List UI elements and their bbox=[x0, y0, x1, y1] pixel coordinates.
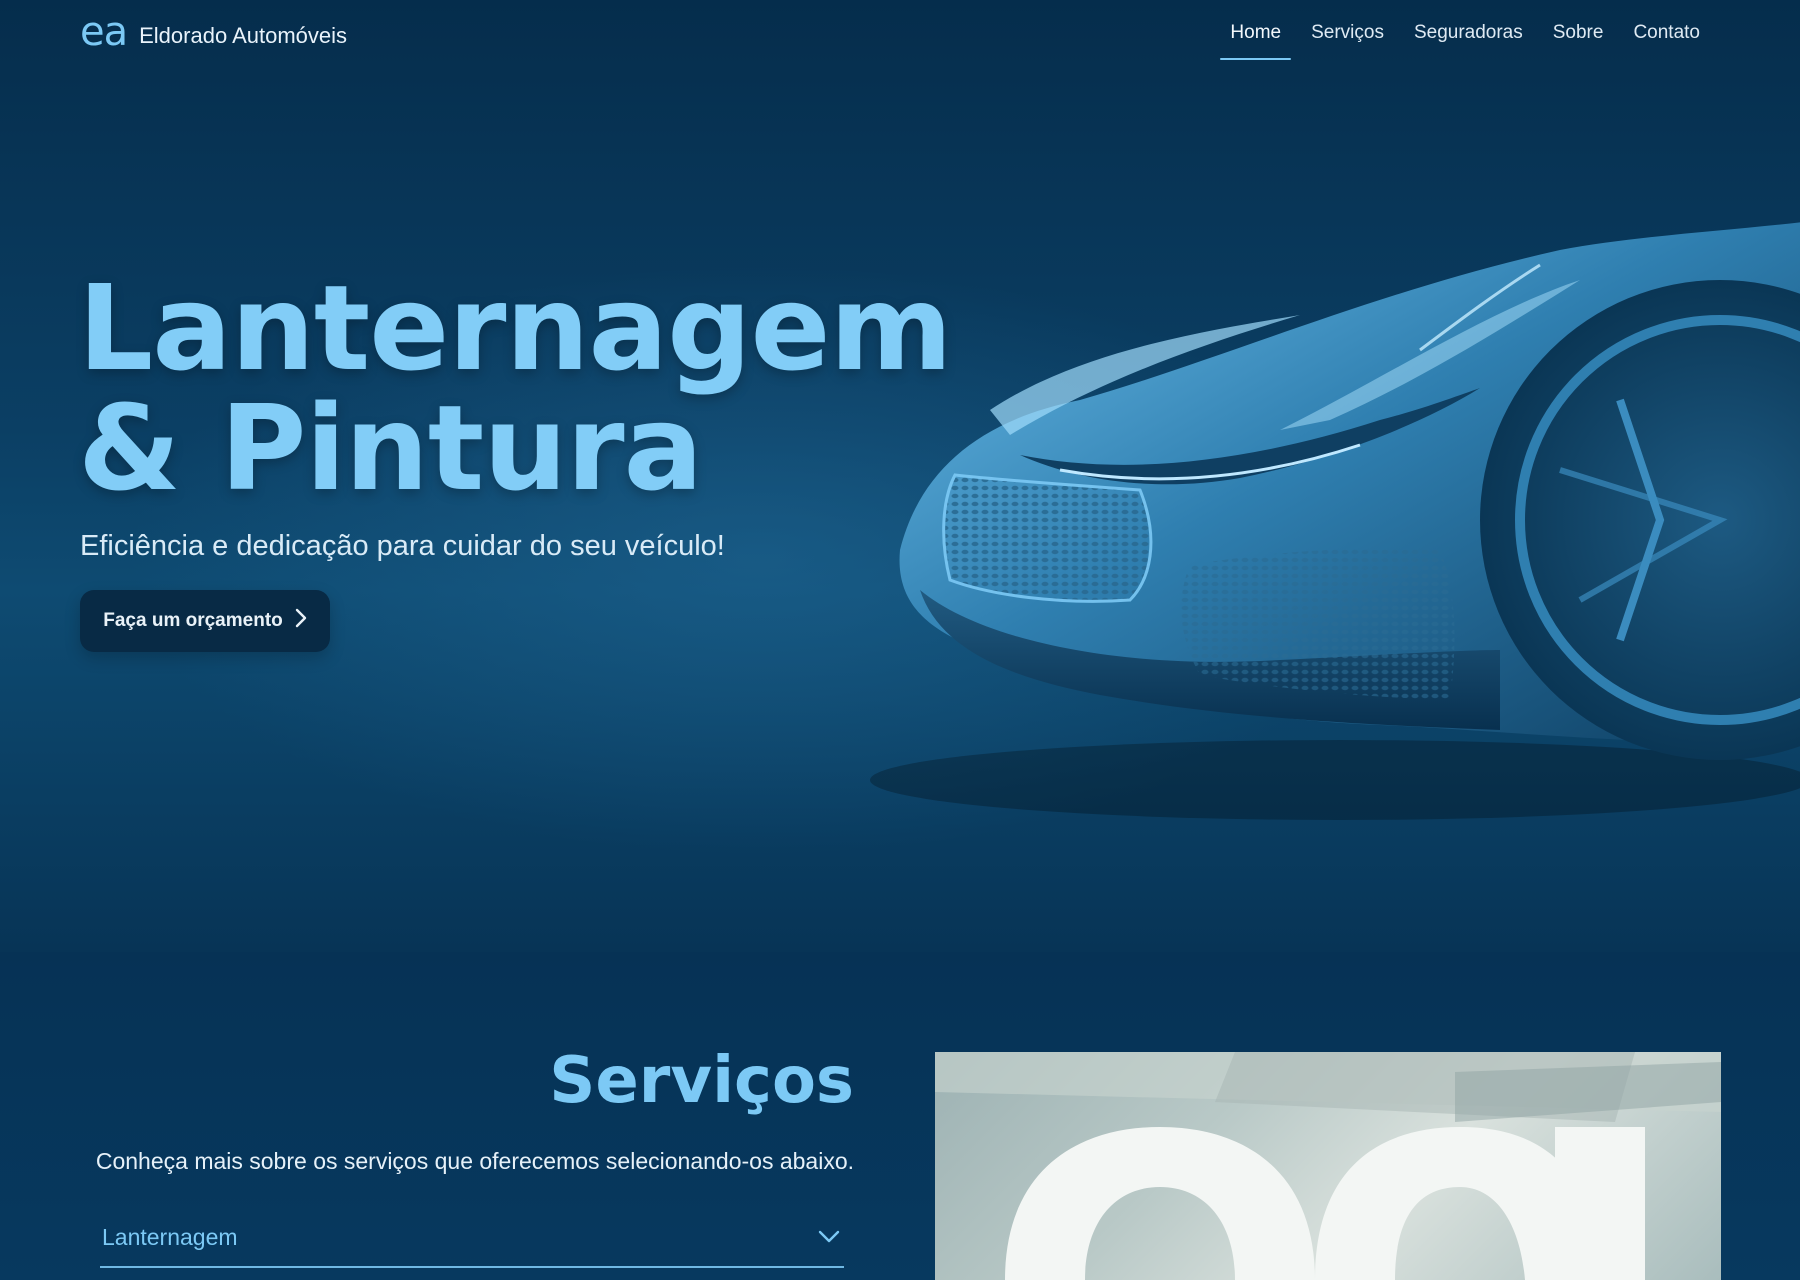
service-accordion-label: Lanternagem bbox=[102, 1224, 238, 1250]
quote-button[interactable]: Faça um orçamento bbox=[80, 590, 330, 652]
hero-car-image bbox=[870, 222, 1800, 820]
hero-title: Lanternagem & Pintura bbox=[78, 268, 953, 508]
services-section: Serviços Conheça mais sobre os serviços … bbox=[0, 952, 1800, 1280]
service-accordion[interactable]: Lanternagem bbox=[100, 1210, 844, 1268]
main-nav: Home Serviços Seguradoras Sobre Contato bbox=[1210, 18, 1710, 60]
nav-contato[interactable]: Contato bbox=[1623, 18, 1710, 60]
nav-servicos[interactable]: Serviços bbox=[1301, 18, 1394, 60]
service-image bbox=[935, 1052, 1721, 1280]
logo[interactable]: ea Eldorado Automóveis bbox=[80, 12, 347, 52]
quote-button-label: Faça um orçamento bbox=[103, 610, 283, 631]
hero-title-line1: Lanternagem bbox=[78, 259, 953, 397]
brand-name: Eldorado Automóveis bbox=[139, 23, 348, 48]
chevron-down-icon bbox=[818, 1230, 840, 1249]
logo-mark: ea bbox=[80, 9, 128, 55]
hero-title-line2: & Pintura bbox=[78, 379, 703, 517]
site-header: ea Eldorado Automóveis Home Serviços Seg… bbox=[0, 0, 1800, 72]
nav-seguradoras[interactable]: Seguradoras bbox=[1404, 18, 1533, 60]
services-title: Serviços bbox=[549, 1044, 854, 1118]
services-description: Conheça mais sobre os serviços que ofere… bbox=[95, 1148, 854, 1174]
hero-subtitle: Eficiência e dedicação para cuidar do se… bbox=[80, 530, 725, 562]
chevron-right-icon bbox=[295, 608, 307, 634]
hero-section: Lanternagem & Pintura Eficiência e dedic… bbox=[0, 0, 1800, 952]
workshop-logo-graphic bbox=[935, 1052, 1721, 1280]
nav-sobre[interactable]: Sobre bbox=[1543, 18, 1614, 60]
nav-home[interactable]: Home bbox=[1220, 18, 1291, 60]
